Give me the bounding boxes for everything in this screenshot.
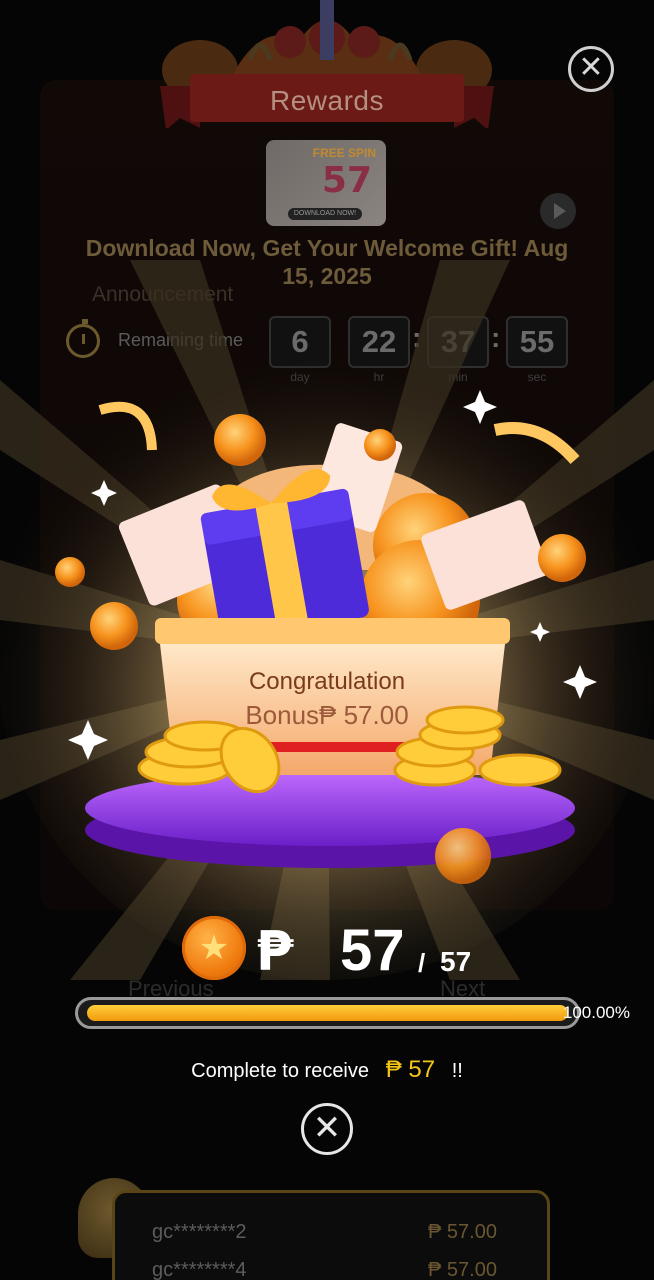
current-amount: 57 [340, 918, 405, 983]
amount-separator: / [418, 948, 426, 978]
progress-fill [87, 1005, 568, 1021]
page-title: Rewards [270, 85, 384, 116]
coin-icon [182, 916, 246, 980]
play-icon[interactable] [540, 193, 576, 229]
thumbnail-download-button: DOWNLOAD NOW! [288, 208, 362, 220]
thumbnail-amount: 57 [321, 160, 372, 201]
promo-thumbnail[interactable]: FREE SPIN 57 DOWNLOAD NOW! [266, 140, 386, 226]
close-icon[interactable]: ✕ [568, 46, 614, 92]
complete-suffix: !! [451, 1060, 463, 1082]
close-icon[interactable]: ✕ [301, 1103, 353, 1155]
leaderboard-user: gc********4 [152, 1259, 247, 1280]
thumbnail-badge: FREE SPIN [312, 146, 376, 160]
leaderboard-user: gc********2 [152, 1221, 247, 1243]
bonus-amount: Bonus₱ 57.00 [245, 700, 409, 730]
complete-amount: ₱ 57 [385, 1056, 436, 1083]
leaderboard-amount: ₱ 57.00 [428, 1259, 497, 1280]
complete-text: Complete to receive [191, 1060, 370, 1082]
progress-bar [75, 997, 580, 1029]
rewards-screen: Rewards ✕ FREE SPIN 57 DOWNLOAD NOW! Dow… [0, 0, 654, 1280]
target-amount: 57 [440, 946, 472, 977]
complete-message: Complete to receive ₱ 57 !! [0, 1056, 654, 1084]
leaderboard-amount: ₱ 57.00 [428, 1221, 497, 1243]
currency-symbol: ₱ [256, 920, 294, 983]
congratulation-text: Congratulation [248, 668, 406, 695]
treasure-chest-illustration [55, 390, 597, 884]
progress-label: 100.00% [562, 1003, 630, 1022]
